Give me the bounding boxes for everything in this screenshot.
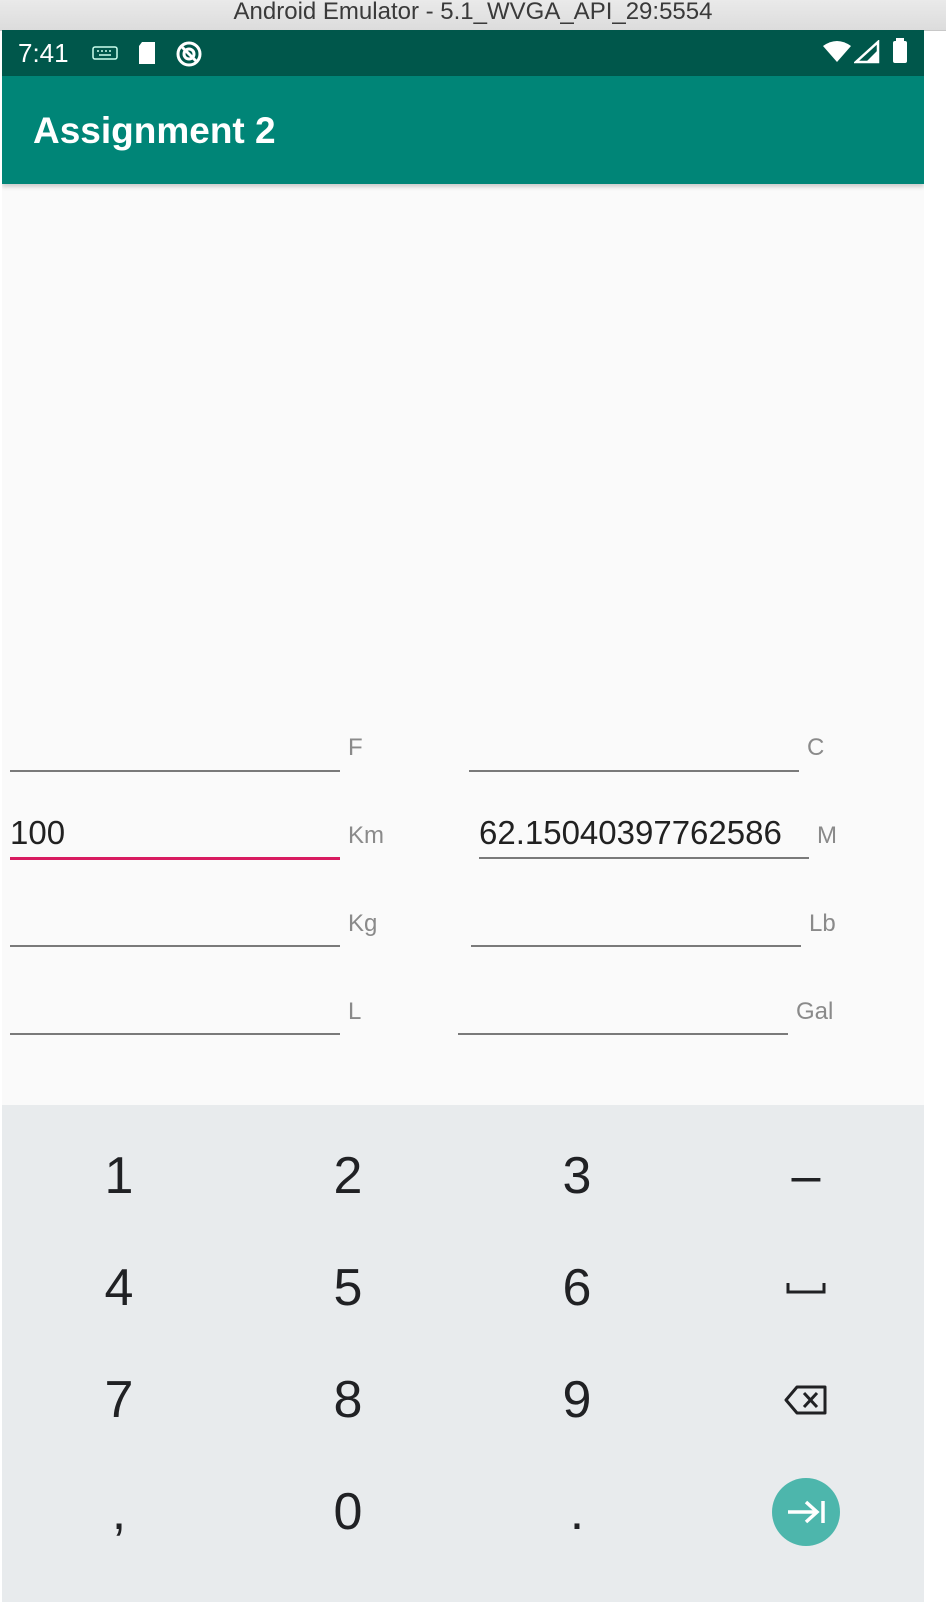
key-space[interactable] [691,1232,921,1344]
space-bar-icon [786,1283,826,1294]
key-7[interactable]: 7 [4,1344,234,1456]
wifi-icon [823,41,851,62]
liters-unit-label: L [348,998,362,1025]
key-5[interactable]: 5 [233,1232,463,1344]
emulator-window-title: Android Emulator - 5.1_WVGA_API_29:5554 [0,0,946,31]
celsius-unit-label: C [807,734,825,761]
status-time: 7:41 [18,38,69,68]
key-period[interactable]: . [462,1456,692,1568]
fahrenheit-input[interactable] [10,726,340,772]
lb-unit-label: Lb [809,910,836,937]
app-title: Assignment 2 [33,110,276,151]
key-0[interactable]: 0 [233,1456,463,1568]
lb-input[interactable] [471,901,801,947]
signal-icon [854,40,880,64]
app-bar: Assignment 2 [2,76,924,184]
miles-unit-label: M [817,822,837,849]
km-input[interactable]: 100 [10,813,340,860]
sync-icon [176,41,202,67]
next-arrow-icon [788,1500,825,1524]
key-8[interactable]: 8 [233,1344,463,1456]
device-screen: 7:41 Assignment 2 F C 100 Km 62.15040397… [2,30,924,1602]
numeric-keyboard: 1 2 3 – 4 5 6 7 8 9 , 0 . [2,1105,924,1602]
key-next[interactable] [691,1456,921,1568]
celsius-input[interactable] [469,726,799,772]
key-6[interactable]: 6 [462,1232,692,1344]
key-3[interactable]: 3 [462,1120,692,1232]
sd-card-icon [139,42,155,64]
key-comma[interactable]: , [4,1456,234,1568]
km-unit-label: Km [348,822,384,849]
key-minus[interactable]: – [691,1120,921,1232]
key-2[interactable]: 2 [233,1120,463,1232]
status-bar: 7:41 [2,30,924,76]
key-1[interactable]: 1 [4,1120,234,1232]
backspace-icon [784,1385,827,1415]
battery-icon [893,38,907,63]
fahrenheit-unit-label: F [348,734,363,761]
kg-input[interactable] [10,901,340,947]
key-backspace[interactable] [691,1344,921,1456]
key-9[interactable]: 9 [462,1344,692,1456]
gallons-unit-label: Gal [796,998,834,1025]
key-4[interactable]: 4 [4,1232,234,1344]
miles-input[interactable]: 62.15040397762586 [479,813,809,859]
liters-input[interactable] [10,989,340,1035]
gallons-input[interactable] [458,989,788,1035]
kg-unit-label: Kg [348,910,378,937]
keyboard-icon [92,46,118,60]
next-button[interactable] [772,1478,840,1546]
